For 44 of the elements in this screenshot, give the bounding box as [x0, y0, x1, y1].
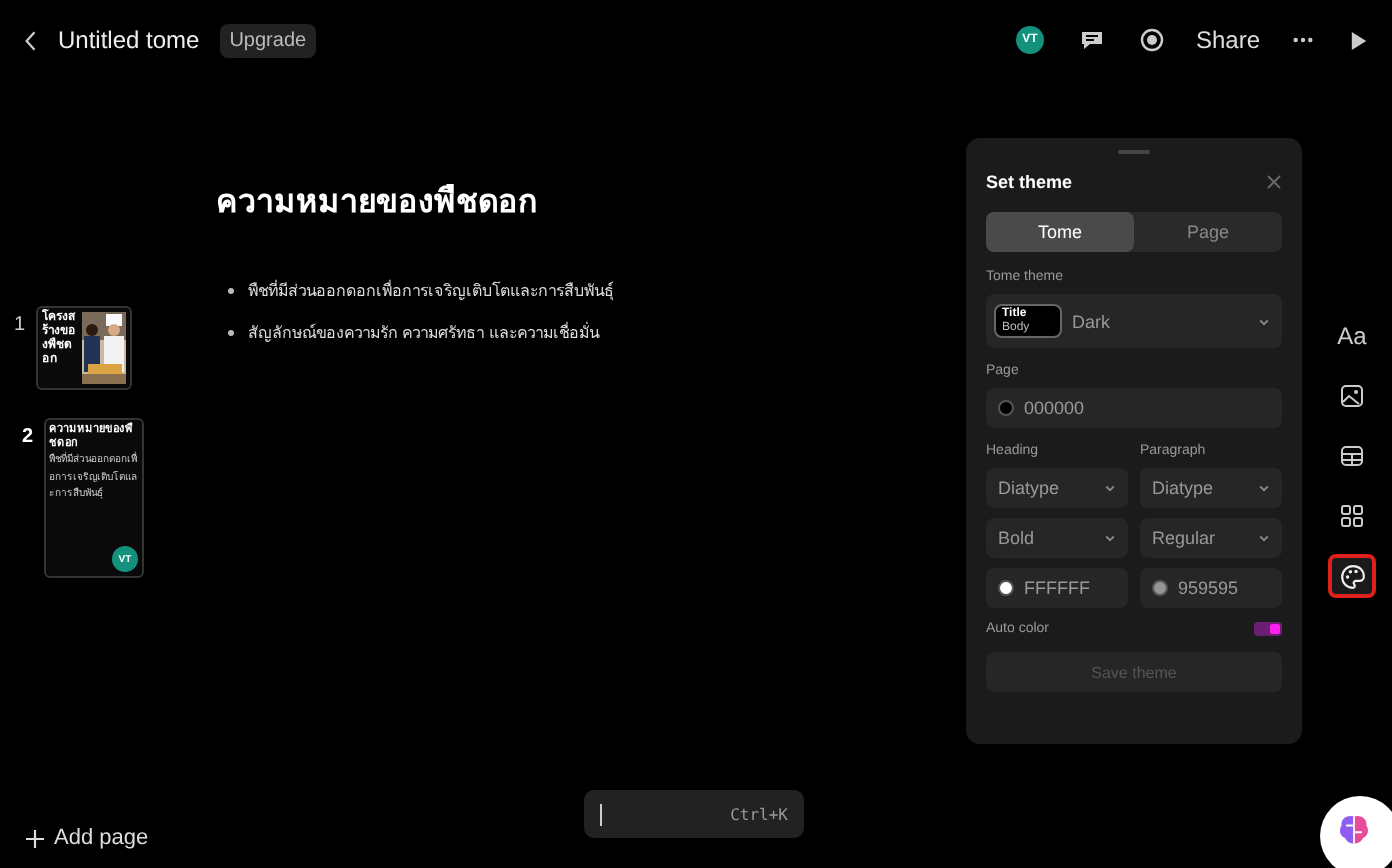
font-dropdown[interactable]: Diatype [1140, 468, 1282, 508]
palette-tool-button[interactable] [1328, 554, 1376, 598]
play-icon[interactable] [1350, 29, 1368, 51]
chevron-down-icon [1258, 315, 1270, 327]
plus-icon [26, 829, 44, 847]
brain-icon [1336, 812, 1372, 848]
color-field[interactable]: FFFFFF [986, 568, 1128, 608]
chevron-down-icon [1104, 482, 1116, 494]
color-field[interactable]: 959595 [1140, 568, 1282, 608]
grid-icon [1340, 504, 1364, 528]
command-field[interactable]: Ctrl+K [584, 790, 804, 838]
slide-heading: ความหมายของพืชดอก [216, 182, 538, 224]
bullet-icon [228, 288, 234, 294]
bullet-text: พืชที่มีส่วนออกดอกเพื่อการเจริญเติบโตและการสืบพันธุ์ [248, 278, 614, 304]
table-icon [1340, 444, 1364, 468]
back-icon[interactable] [24, 29, 38, 51]
chevron-down-icon [1104, 532, 1116, 544]
toggle-switch[interactable] [1254, 622, 1282, 636]
weight-dropdown[interactable]: Regular [1140, 518, 1282, 558]
page-number: 1 [14, 314, 28, 336]
weight-dropdown[interactable]: Bold [986, 518, 1128, 558]
chevron-down-icon [1258, 482, 1270, 494]
page-number: 2 [20, 426, 36, 452]
chevron-down-icon [1258, 532, 1270, 544]
document-title[interactable]: Untitled tome [58, 26, 200, 54]
close-icon[interactable] [1266, 174, 1282, 190]
image-icon [1340, 384, 1364, 408]
record-icon[interactable] [1139, 28, 1164, 52]
palette-icon [1339, 563, 1365, 589]
tab[interactable]: Tome [986, 212, 1134, 252]
tab[interactable]: Page [1134, 212, 1282, 252]
text-tool-button[interactable]: Aa [1328, 314, 1376, 358]
bullet-icon [228, 330, 234, 336]
add-page-button[interactable]: Add page [26, 826, 149, 850]
more-icon[interactable] [1292, 36, 1314, 44]
bullet-text: สัญลักษณ์ของความรัก ความศรัทธา และความเชื่อมั่น [248, 320, 599, 346]
drag-handle[interactable] [1118, 150, 1150, 154]
color-field[interactable]: 000000 [986, 388, 1282, 428]
font-dropdown[interactable]: Diatype [986, 468, 1128, 508]
share-button[interactable]: Share [1195, 26, 1260, 54]
comment-icon[interactable] [1079, 28, 1104, 52]
panel-title: Set theme [986, 172, 1073, 192]
assistant-button[interactable] [1320, 796, 1392, 868]
upgrade-button[interactable]: Upgrade [219, 23, 317, 57]
